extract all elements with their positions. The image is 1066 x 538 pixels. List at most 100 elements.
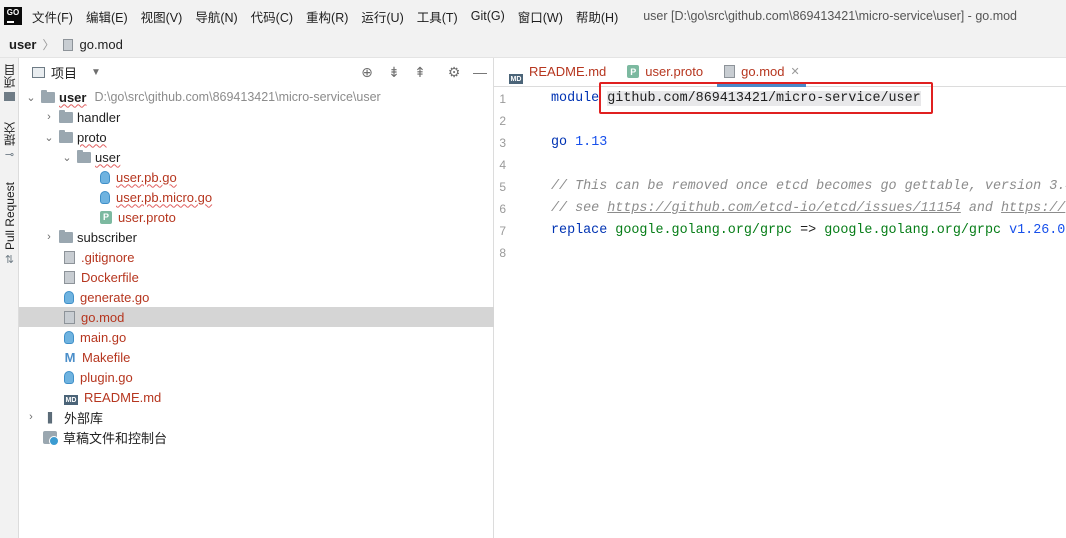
menu-help[interactable]: 帮助(H) <box>576 7 618 26</box>
expand-all-icon[interactable]: ⇟ <box>386 64 402 80</box>
code-editor[interactable]: module github.com/869413421/micro-servic… <box>551 88 1066 538</box>
tree-item-user-proto[interactable]: P user.proto <box>19 207 494 227</box>
breadcrumb-separator-icon: 〉 <box>42 38 55 52</box>
go-mod-file-icon <box>724 65 736 78</box>
tree-item-makefile[interactable]: M Makefile <box>19 347 494 367</box>
second-link[interactable]: https:// <box>1001 201 1065 216</box>
menu-git[interactable]: Git(G) <box>471 9 505 23</box>
tree-item-label: user.pb.go <box>116 169 177 185</box>
goland-logo-icon[interactable]: GO <box>4 7 22 25</box>
tree-item-proto[interactable]: ⌄ proto <box>19 127 494 147</box>
folder-icon <box>77 149 91 163</box>
comment-and: and <box>960 201 1002 216</box>
collapse-all-icon[interactable]: ⇞ <box>412 64 428 80</box>
tab-label: README.md <box>529 64 607 79</box>
commit-tool-button[interactable]: 提交 ⊸ <box>0 122 19 161</box>
commit-icon: ⊸ <box>4 149 15 161</box>
code-line-6: // see https://github.com/etcd-io/etcd/i… <box>551 198 1065 220</box>
menu-edit[interactable]: 编辑(E) <box>86 7 128 26</box>
line-number: 3 <box>499 136 506 150</box>
tree-item-plugin-go[interactable]: plugin.go <box>19 367 494 387</box>
collapse-arrow-icon[interactable]: › <box>43 111 55 123</box>
tree-item-readme[interactable]: MD README.md <box>19 387 494 407</box>
folder-icon <box>59 109 73 123</box>
menu-code[interactable]: 代码(C) <box>251 7 293 26</box>
tree-item-project-root[interactable]: ⌄ user D:\go\src\github.com\869413421\mi… <box>19 87 494 107</box>
code-line-7: replace google.golang.org/grpc => google… <box>551 220 1065 242</box>
tree-item-label: user <box>59 89 87 105</box>
menu-run[interactable]: 运行(U) <box>361 7 403 26</box>
comment-prefix: // see <box>551 201 608 216</box>
tab-user-proto[interactable]: P user.proto <box>620 57 709 86</box>
docker-file-icon <box>64 270 75 284</box>
replace-version: v1.26.0 <box>1009 223 1066 238</box>
project-panel-title[interactable]: 项目 <box>51 63 77 82</box>
breadcrumb-file[interactable]: go.mod <box>79 37 122 52</box>
issue-link[interactable]: https://github.com/etcd-io/etcd/issues/1… <box>607 201 961 216</box>
expand-arrow-icon[interactable]: ⌄ <box>43 131 55 144</box>
gear-icon[interactable]: ⚙ <box>446 64 462 80</box>
tab-readme[interactable]: MD README.md <box>502 57 612 86</box>
replace-to: google.golang.org/grpc <box>824 223 1002 238</box>
keyword-replace: replace <box>551 223 608 238</box>
menu-refactor[interactable]: 重构(R) <box>306 7 348 26</box>
tree-item-go-mod[interactable]: go.mod <box>19 307 494 327</box>
window-title: user [D:\go\src\github.com\869413421\mic… <box>643 9 1018 23</box>
folder-icon <box>4 92 15 101</box>
go-file-icon <box>100 190 110 204</box>
scratches-icon <box>43 430 59 446</box>
line-number: 2 <box>499 114 506 128</box>
menu-window[interactable]: 窗口(W) <box>518 7 563 26</box>
go-file-icon <box>100 170 110 184</box>
tree-item-user-pb-go[interactable]: user.pb.go <box>19 167 494 187</box>
line-number: 1 <box>499 92 506 106</box>
markdown-file-icon: MD <box>509 74 523 84</box>
tool-window-strip: 项目 提交 ⊸ Pull Request ⇅ <box>0 58 19 538</box>
editor-tab-bar: MD README.md P user.proto go.mod ✕ <box>494 58 1066 87</box>
ignore-file-icon <box>64 250 75 264</box>
tree-item-external-libraries[interactable]: › ||| 外部库 <box>19 407 494 427</box>
tree-item-proto-user[interactable]: ⌄ user <box>19 147 494 167</box>
pull-request-tool-label: Pull Request <box>2 182 17 251</box>
tree-item-user-pb-micro-go[interactable]: user.pb.micro.go <box>19 187 494 207</box>
line-number: 4 <box>499 158 506 172</box>
file-icon <box>63 38 74 51</box>
close-icon[interactable]: ✕ <box>791 65 800 78</box>
tree-item-main-go[interactable]: main.go <box>19 327 494 347</box>
tab-label: go.mod <box>741 64 785 79</box>
tab-go-mod[interactable]: go.mod ✕ <box>717 57 806 87</box>
collapse-arrow-icon[interactable]: › <box>43 231 55 243</box>
expand-arrow-icon[interactable]: ⌄ <box>61 151 73 164</box>
library-icon: ||| <box>46 410 53 424</box>
hide-panel-icon[interactable]: — <box>472 64 488 80</box>
folder-icon <box>41 89 55 103</box>
go-version: 1.13 <box>575 135 608 150</box>
tree-item-dockerfile[interactable]: Dockerfile <box>19 267 494 287</box>
tab-label: user.proto <box>645 64 704 79</box>
locate-icon[interactable]: ⊕ <box>359 64 375 80</box>
tree-item-label: plugin.go <box>80 369 133 385</box>
menu-bar: GO 文件(F) 编辑(E) 视图(V) 导航(N) 代码(C) 重构(R) 运… <box>0 0 1066 32</box>
menu-navigate[interactable]: 导航(N) <box>195 7 237 26</box>
expand-arrow-icon[interactable]: ⌄ <box>25 91 37 104</box>
makefile-icon: M <box>64 349 76 365</box>
code-line-3: go 1.13 <box>551 132 607 154</box>
tree-item-label: .gitignore <box>81 249 135 265</box>
tree-item-subscriber[interactable]: › subscriber <box>19 227 494 247</box>
menu-file[interactable]: 文件(F) <box>32 7 73 26</box>
view-dropdown-icon[interactable]: ▼ <box>91 67 101 78</box>
menu-view[interactable]: 视图(V) <box>141 7 183 26</box>
tree-item-gitignore[interactable]: .gitignore <box>19 247 494 267</box>
menu-tools[interactable]: 工具(T) <box>417 7 458 26</box>
project-path-hint: D:\go\src\github.com\869413421\micro-ser… <box>94 90 381 104</box>
tree-item-generate-go[interactable]: generate.go <box>19 287 494 307</box>
tree-item-label: 草稿文件和控制台 <box>63 430 168 446</box>
tree-item-handler[interactable]: › handler <box>19 107 494 127</box>
tree-item-scratches[interactable]: 草稿文件和控制台 <box>19 427 494 447</box>
go-mod-file-icon <box>64 310 75 324</box>
tree-item-label: main.go <box>80 329 127 345</box>
collapse-arrow-icon[interactable]: › <box>25 411 37 423</box>
pull-request-tool-button[interactable]: Pull Request ⇅ <box>0 182 19 266</box>
breadcrumb-project[interactable]: user <box>9 37 36 52</box>
project-tool-button[interactable]: 项目 <box>0 64 19 101</box>
